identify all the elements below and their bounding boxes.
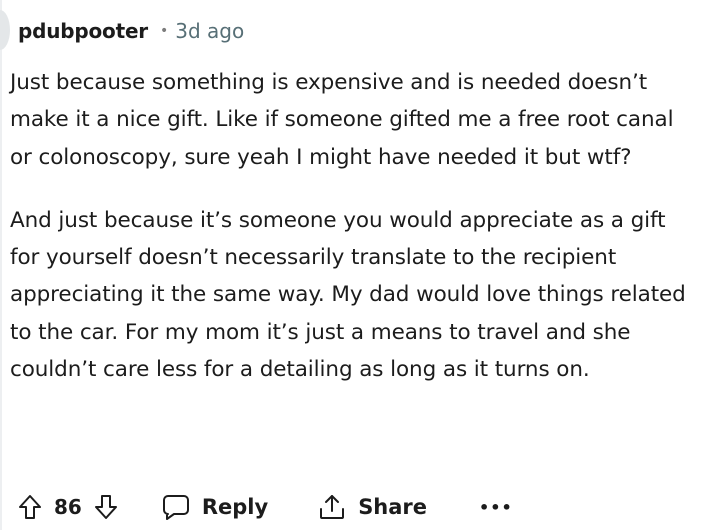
comment-action-bar: 86 Reply Share •••: [18, 487, 513, 527]
thread-line: [0, 0, 2, 530]
reply-button[interactable]: Reply: [162, 494, 268, 520]
ellipsis-icon: •••: [479, 497, 513, 517]
vote-count: 86: [54, 495, 82, 519]
comment-header: pdubpooter • 3d ago: [18, 17, 244, 45]
comment-paragraph: Just because something is expensive and …: [10, 70, 674, 170]
arrow-down-icon: [94, 494, 118, 520]
comment-body: Just because something is expensive and …: [10, 64, 700, 414]
reply-label: Reply: [201, 495, 269, 519]
upvote-button[interactable]: [18, 494, 42, 520]
more-options-button[interactable]: •••: [479, 498, 513, 517]
speech-bubble-icon: [162, 494, 190, 520]
downvote-button[interactable]: [94, 494, 118, 520]
share-button[interactable]: Share: [318, 493, 427, 521]
timestamp[interactable]: 3d ago: [175, 19, 244, 43]
meta-separator: •: [159, 23, 169, 39]
arrow-up-icon: [18, 494, 42, 520]
share-label: Share: [358, 495, 428, 519]
comment-paragraph: And just because it’s someone you would …: [10, 207, 686, 383]
avatar[interactable]: [0, 10, 10, 50]
username[interactable]: pdubpooter: [18, 19, 148, 43]
share-arrow-icon: [318, 493, 346, 521]
